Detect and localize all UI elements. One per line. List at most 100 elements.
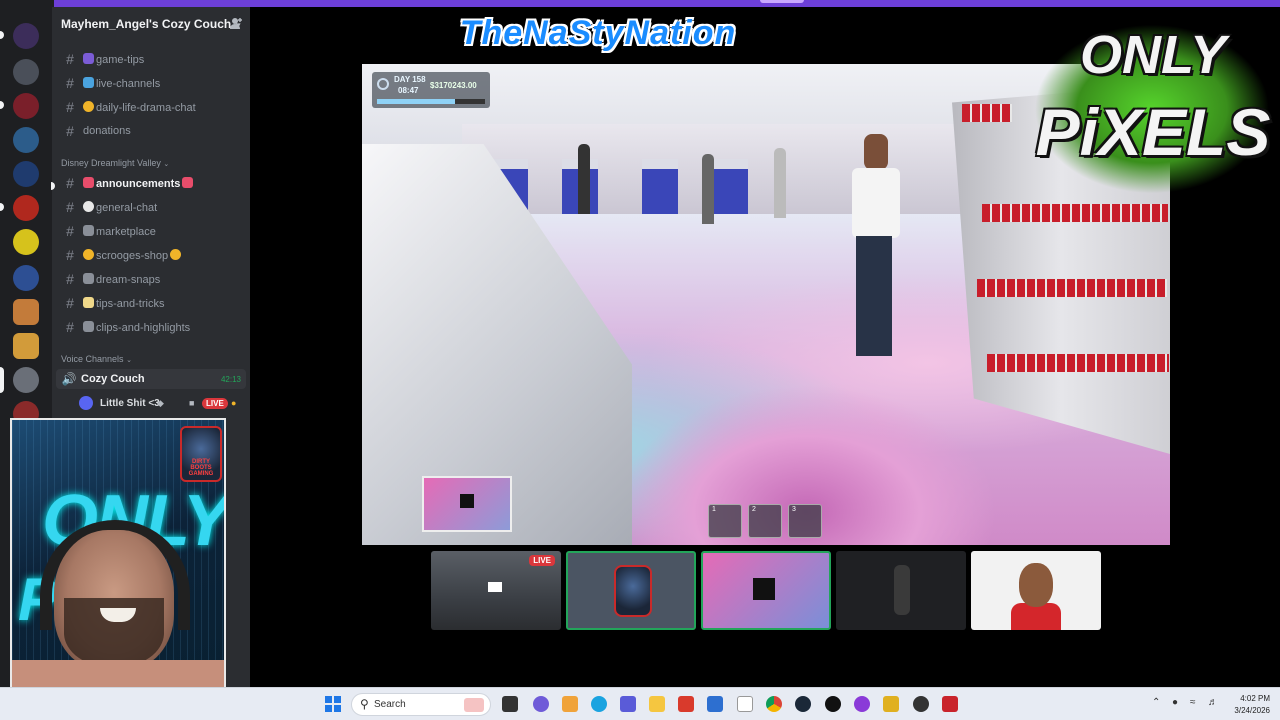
server-icon-4[interactable] (13, 127, 39, 153)
hash-icon: # (66, 175, 74, 191)
hotbar-slot: 3 (788, 504, 822, 538)
obs-icon[interactable] (854, 696, 870, 712)
microphone-icon[interactable]: ● (1172, 697, 1178, 708)
voice-user[interactable]: Little Shit <3 ◆ ■ LIVE ● (79, 395, 247, 411)
server-icon-1[interactable] (13, 23, 39, 49)
edge-icon[interactable] (591, 696, 607, 712)
activity-icon: ● (231, 398, 237, 408)
teams-icon[interactable] (620, 696, 636, 712)
chevron-up-icon[interactable]: ⌃ (1152, 697, 1160, 708)
steam-icon[interactable] (795, 696, 811, 712)
store-icon[interactable] (707, 696, 723, 712)
shelf-products (977, 279, 1167, 297)
hash-icon: # (66, 99, 74, 115)
participant-tile[interactable] (701, 551, 831, 630)
hash-icon: # (66, 223, 74, 239)
hud-time: 08:47 (398, 86, 419, 95)
app-icon[interactable] (883, 696, 899, 712)
channel-live-channels[interactable]: # live-channels (56, 73, 246, 93)
search-placeholder: Search (374, 699, 406, 710)
file-explorer-icon[interactable] (649, 696, 665, 712)
server-name-header[interactable]: Mayhem_Angel's Cozy Couch▼ (61, 17, 242, 31)
avatar (614, 565, 652, 617)
channel-name: daily-life-drama-chat (96, 101, 196, 114)
titlebar-left (0, 0, 54, 7)
app-icon[interactable] (678, 696, 694, 712)
channel-clips-and-highlights[interactable]: # clips-and-highlights (56, 317, 246, 337)
category-ddv[interactable]: Disney Dreamlight Valley ⌄ (61, 158, 169, 168)
channel-name: live-channels (96, 77, 161, 90)
participant-tile[interactable] (566, 551, 696, 630)
search-icon: ⚲ (360, 697, 369, 711)
megaphone-icon (83, 176, 94, 188)
participant-tile[interactable] (971, 551, 1101, 630)
github-icon[interactable] (825, 696, 841, 712)
webcam-overlay: ONLY PIX DIRTY BOOTS GAMING (10, 418, 226, 712)
channel-announcements[interactable]: # announcements (56, 173, 246, 193)
add-member-icon[interactable] (229, 17, 243, 31)
channel-scrooges-shop[interactable]: # scrooges-shop (56, 245, 246, 265)
channel-daily-life-drama-chat[interactable]: # daily-life-drama-chat (56, 97, 246, 117)
channel-label: marketplace (83, 224, 156, 238)
server-icon-10[interactable] (13, 333, 39, 359)
taskbar-search-input[interactable]: ⚲ Search (351, 693, 491, 716)
channel-general-chat[interactable]: # general-chat (56, 197, 246, 217)
shelf-products (987, 354, 1169, 372)
channel-tips-and-tricks[interactable]: # tips-and-tricks (56, 293, 246, 313)
participant-tile[interactable] (836, 551, 966, 630)
only-pixels-logo: ONLY PiXELS (1030, 14, 1276, 206)
logo-text: TheNaStyNation (459, 14, 737, 52)
monitor-icon (488, 582, 502, 592)
server-icon-8[interactable] (13, 265, 39, 291)
windows-start-icon[interactable] (325, 696, 341, 712)
taskbar-clock[interactable]: 4:02 PM 3/24/2026 (1226, 693, 1270, 717)
titlebar-tab[interactable] (760, 0, 804, 3)
unread-pip (0, 31, 4, 39)
npc-figure (578, 144, 590, 214)
channel-name: dream-snaps (96, 273, 161, 286)
chrome-icon[interactable] (766, 696, 782, 712)
channel-game-tips[interactable]: # game-tips (56, 49, 246, 69)
channel-name: general-chat (96, 201, 158, 214)
hud-money: $3170243.00 (430, 81, 477, 90)
channel-label: live-channels (83, 76, 161, 90)
notepad-icon[interactable] (737, 696, 753, 712)
channel-label: tips-and-tricks (83, 296, 165, 310)
task-view-icon[interactable] (502, 696, 518, 712)
channel-dream-snaps[interactable]: # dream-snaps (56, 269, 246, 289)
voice-user-name: Little Shit <3 (100, 397, 160, 409)
channel-label: announcements (83, 176, 195, 190)
category-label: Disney Dreamlight Valley (61, 158, 161, 168)
participant-tile[interactable]: LIVE (431, 551, 561, 630)
server-icon-2[interactable] (13, 59, 39, 85)
character-legs (856, 236, 892, 356)
server-name: Mayhem_Angel's Cozy Couch (61, 17, 232, 31)
category-label: Voice Channels (61, 354, 124, 364)
hash-icon: # (66, 271, 74, 287)
volume-icon[interactable]: ♬ (1208, 697, 1218, 708)
acrobat-icon[interactable] (942, 696, 958, 712)
discord-icon[interactable] (533, 696, 549, 712)
server-icon-9[interactable] (13, 299, 39, 325)
channel-marketplace[interactable]: # marketplace (56, 221, 246, 241)
server-icon-5[interactable] (13, 161, 39, 187)
hud-day: DAY 158 (394, 75, 426, 84)
server-icon-3[interactable] (13, 93, 39, 119)
moneybag-icon (83, 248, 94, 260)
unread-pip (0, 203, 4, 211)
channel-name: tips-and-tricks (96, 297, 165, 310)
channel-donations[interactable]: # donations (56, 121, 246, 141)
wifi-icon[interactable]: ≈ (1190, 697, 1196, 708)
unread-pip (0, 101, 4, 109)
app-icon[interactable] (913, 696, 929, 712)
voice-duration: 42:13 (220, 374, 241, 384)
megaphone-icon (182, 176, 194, 188)
server-icon-7[interactable] (13, 229, 39, 255)
windows-taskbar: ⚲ Search ⌃ ● ≈ ♬ 4:02 PM 3/24/2026 (0, 687, 1280, 720)
voice-channel-cozy-couch[interactable]: 🔊 Cozy Couch 42:13 (56, 369, 246, 389)
server-icon-6[interactable] (13, 195, 39, 221)
copilot-icon[interactable] (562, 696, 578, 712)
emoji-icon (83, 76, 94, 88)
server-icon-active[interactable] (13, 367, 39, 393)
category-voice[interactable]: Voice Channels ⌄ (61, 354, 132, 364)
